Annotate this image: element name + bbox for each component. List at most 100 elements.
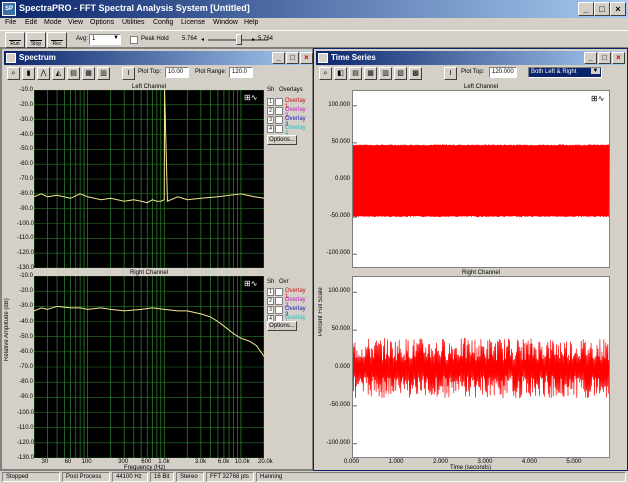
y-tick-label: 0.000 — [334, 176, 350, 182]
overlay-checkbox[interactable] — [275, 306, 283, 314]
slider-left-arrow-icon[interactable]: ◂ — [201, 36, 204, 43]
peak-hold-checkbox[interactable] — [130, 36, 138, 44]
grid-icon[interactable]: ▦ — [364, 67, 377, 80]
area-graph-icon[interactable]: ◭ — [52, 67, 65, 80]
line-graph-icon[interactable]: ⋀ — [37, 67, 50, 80]
overlay-checkbox[interactable] — [275, 297, 283, 305]
marker-icon[interactable]: ▥ — [379, 67, 392, 80]
overlay-number[interactable]: 2 — [267, 107, 274, 115]
minimize-icon[interactable]: _ — [272, 52, 285, 64]
close-icon[interactable]: × — [300, 52, 313, 64]
scale-icon[interactable]: ▤ — [67, 67, 80, 80]
peak-hold-label: Peak Hold — [141, 36, 169, 42]
y-tick-label: -70.0 — [19, 364, 33, 370]
close-icon[interactable]: × — [612, 52, 625, 64]
options-button-bottom[interactable]: Options... — [267, 321, 297, 331]
overlay-checkbox[interactable] — [275, 288, 283, 296]
menu-utilities[interactable]: Utilities — [122, 19, 145, 26]
show-header-right: Sh — [267, 279, 274, 287]
channel-select[interactable]: Both Left & Right ▼ — [528, 67, 602, 78]
plot-top-label: Plot Top: — [138, 69, 162, 75]
minimize-icon[interactable]: _ — [578, 2, 594, 16]
menu-options[interactable]: Options — [90, 19, 114, 26]
overlays-header-right-text: Ovr — [279, 279, 289, 285]
zoom-icon[interactable]: ⌕ — [319, 67, 332, 80]
y-tick-label: 50.000 — [331, 138, 350, 145]
minimize-icon[interactable]: _ — [584, 52, 597, 64]
y-tick-label: -110.0 — [17, 424, 34, 431]
cursor-icon[interactable]: I — [122, 67, 135, 80]
y-tick-label: -50.0 — [19, 146, 33, 153]
spectrum-title: Spectrum — [19, 53, 56, 62]
menu-view[interactable]: View — [68, 19, 83, 26]
overlay-number[interactable]: 1 — [267, 98, 274, 106]
overlay-number[interactable]: 4 — [267, 125, 274, 133]
y-tick-label: -50.0 — [19, 333, 33, 340]
peak-slider-thumb[interactable] — [236, 34, 242, 45]
avg-select[interactable]: 1 ▼ — [89, 34, 121, 45]
rec-button[interactable]: Rec — [47, 32, 67, 48]
x-tick-label: 1.000 — [388, 459, 404, 465]
x-tick-label: 2.000 — [432, 459, 448, 465]
plot-range-input[interactable]: 120.0 — [229, 67, 253, 78]
chevron-down-icon: ▼ — [113, 35, 119, 41]
pan-icon[interactable]: ◧ — [334, 67, 347, 80]
time-right-svg — [353, 291, 610, 445]
show-header-text: Sh — [267, 87, 275, 93]
menu-window[interactable]: Window — [213, 19, 238, 26]
close-icon[interactable]: × — [610, 2, 626, 16]
x-tick-label: 5.000 — [566, 459, 582, 465]
menu-config[interactable]: Config — [153, 19, 173, 26]
grid-icon[interactable]: ▦ — [82, 67, 95, 80]
cursor-icon[interactable]: I — [444, 67, 457, 80]
run-button[interactable]: Run — [5, 32, 25, 48]
plot-range-value: 120.0 — [232, 69, 248, 75]
spectrapro-logo-icon[interactable]: SP — [2, 2, 16, 16]
spectrum-ylabel: Relative Amplitude (dB) — [4, 298, 10, 361]
overlay-checkbox[interactable] — [275, 116, 283, 124]
time-left-plot[interactable]: ⊞∿ — [352, 90, 610, 268]
scale-icon[interactable]: ▤ — [349, 67, 362, 80]
overlay-checkbox[interactable] — [275, 98, 283, 106]
time-right-plot[interactable] — [352, 276, 610, 458]
overlay-number[interactable]: 3 — [267, 116, 274, 124]
menu-edit[interactable]: Edit — [25, 19, 37, 26]
x-tick-label: 10.0k — [234, 459, 250, 465]
menu-file[interactable]: File — [5, 19, 16, 26]
overlay-checkbox[interactable] — [275, 107, 283, 115]
settings-icon[interactable]: ▥ — [97, 67, 110, 80]
options-label-top: Options... — [269, 137, 295, 143]
menu-license[interactable]: License — [181, 19, 205, 26]
slider-right-arrow-icon[interactable]: ▸ — [252, 36, 255, 43]
settings-icon[interactable]: ▩ — [409, 67, 422, 80]
spectrum-window-icon — [6, 53, 16, 63]
maximize-icon[interactable]: □ — [598, 52, 611, 64]
spectrum-series-line — [34, 305, 264, 357]
overlay-number[interactable]: 3 — [267, 306, 274, 314]
stop-button[interactable]: Stop — [26, 32, 46, 48]
y-tick-label: -100.000 — [326, 250, 350, 257]
maximize-icon[interactable]: □ — [286, 52, 299, 64]
plot-top-input[interactable]: 10.00 — [165, 67, 189, 78]
time-series-title-bar[interactable]: Time Series _ □ × — [316, 51, 625, 65]
maximize-icon[interactable]: □ — [594, 2, 610, 16]
options-button-top[interactable]: Options... — [267, 135, 297, 145]
export-icon[interactable]: ▧ — [394, 67, 407, 80]
app-title-bar: SP SpectraPRO - FFT Spectral Analysis Sy… — [0, 0, 628, 18]
bar-graph-icon[interactable]: ▮ — [22, 67, 35, 80]
menu-mode[interactable]: Mode — [44, 19, 62, 26]
y-tick-label: 100.000 — [328, 101, 350, 108]
zoom-icon[interactable]: ⌕ — [7, 67, 20, 80]
plot-top-input[interactable]: 120.000 — [489, 67, 517, 78]
menu-help[interactable]: Help — [244, 19, 258, 26]
plot-top-value: 10.00 — [168, 69, 184, 75]
overlay-checkbox[interactable] — [275, 125, 283, 133]
time-series-window[interactable]: Time Series _ □ × ⌕ ◧ ▤ ▦ ▥ ▧ ▩ I Plot T… — [313, 48, 628, 471]
overlay-number[interactable]: 1 — [267, 288, 274, 296]
spectrum-right-plot[interactable]: ⊞∿ — [34, 276, 264, 458]
spectrum-window[interactable]: Spectrum _ □ × ⌕ ▮ ⋀ ◭ ▤ ▦ ▥ I Plot Top:… — [1, 48, 313, 471]
stop-icon — [30, 34, 42, 41]
overlay-number[interactable]: 2 — [267, 297, 274, 305]
spectrum-title-bar[interactable]: Spectrum _ □ × — [4, 51, 313, 65]
spectrum-left-plot[interactable]: ⊞∿ — [34, 90, 264, 268]
